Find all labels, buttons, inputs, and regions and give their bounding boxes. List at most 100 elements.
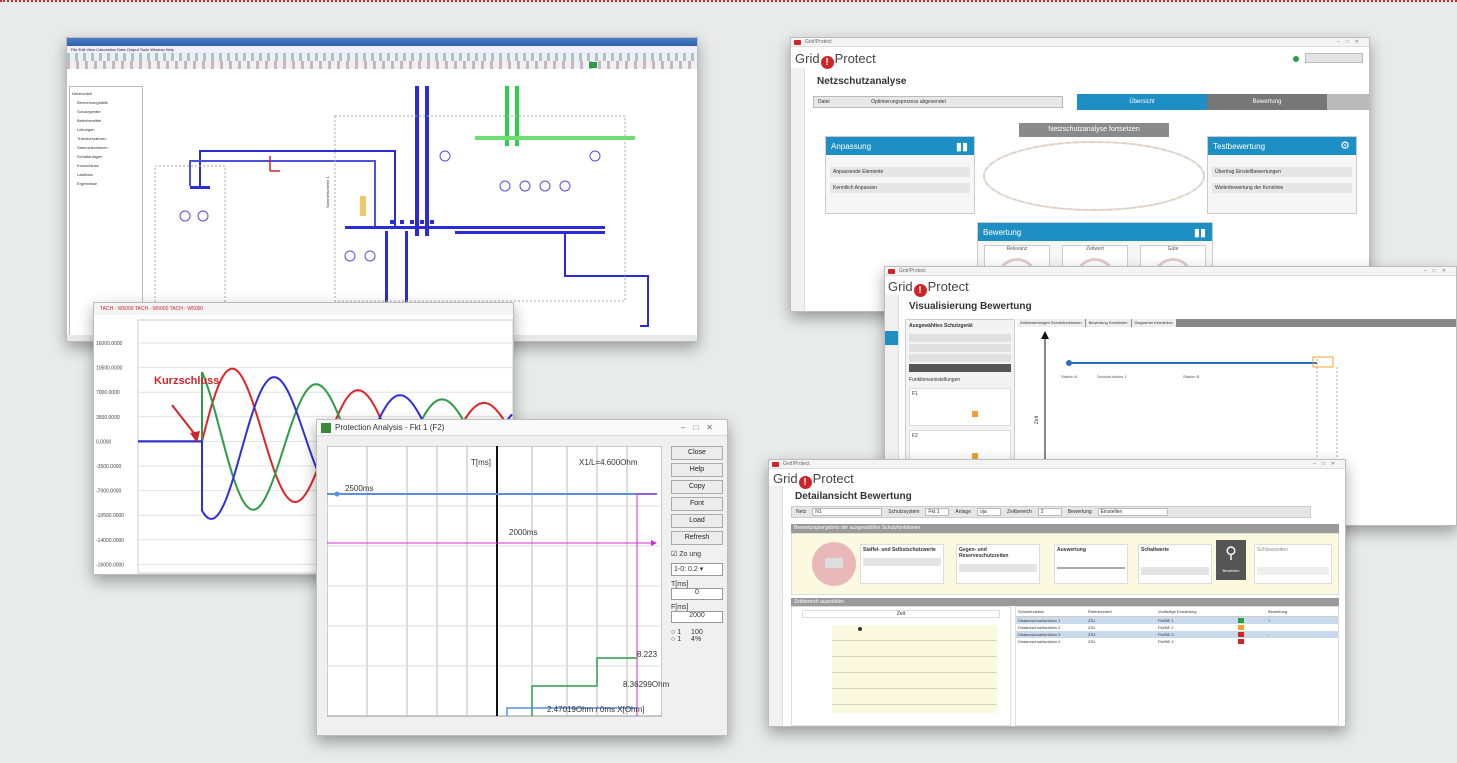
toolbar[interactable]	[67, 53, 697, 61]
col-header: Referenzwert	[1088, 609, 1112, 614]
window-controls[interactable]: –□✕	[681, 420, 721, 436]
tab-bewertung-kennlinien[interactable]: Bewertung Kennlinien	[1085, 319, 1131, 327]
gauge-label: Zeitwert	[1086, 246, 1104, 252]
tree-item[interactable]: Transformatoren	[72, 134, 140, 143]
device-field[interactable]	[909, 354, 1011, 362]
toolbar[interactable]	[67, 61, 697, 69]
tab-zeitbewertungen[interactable]: Zeitbewertungen Schutzfunktionen	[1017, 319, 1085, 327]
device-toolbar[interactable]	[909, 364, 1011, 372]
tree-item[interactable]: Netzmodell	[72, 89, 140, 98]
menu-bar[interactable]: File Edit View Calculation Data Output T…	[67, 46, 697, 53]
continue-button[interactable]: Netzschutzanalyse fortsetzen	[1019, 123, 1169, 137]
device-field[interactable]	[909, 344, 1011, 352]
toolbar-green-button[interactable]	[589, 62, 597, 68]
close-button[interactable]: Close	[671, 446, 723, 460]
status-badge	[1238, 632, 1244, 637]
titlebar[interactable]: Protection Analysis - Fkt 1 (F2) –□✕	[317, 420, 727, 436]
card-value	[863, 558, 941, 566]
field1-input[interactable]: 0	[671, 588, 723, 600]
field2-input[interactable]: 2000	[671, 611, 723, 623]
tree-item[interactable]: Berechnungsfälle	[72, 98, 140, 107]
titlebar[interactable]: Grid!Protect –□✕	[791, 38, 1369, 47]
anpassung-header: Anpassung ▮▮	[826, 137, 974, 155]
zo-checkbox[interactable]: ☑ Zo ung	[671, 550, 723, 558]
tree-item[interactable]: Leitungen	[72, 125, 140, 134]
window-controls[interactable]: –□✕	[1313, 460, 1341, 469]
window-controls[interactable]: –□✕	[1337, 38, 1365, 47]
anpassung-row-1[interactable]: Anpassende Elemente	[830, 167, 970, 177]
col-header: Bewertung	[1268, 609, 1288, 614]
active-nav-item[interactable]	[885, 331, 898, 345]
filter-value[interactable]: Fkt 1	[925, 508, 950, 516]
font-button[interactable]: Font	[671, 497, 723, 511]
filter-label: Zeitbereich	[1006, 509, 1032, 515]
protection-chart	[327, 446, 662, 717]
device-field[interactable]	[909, 334, 1011, 342]
card-value	[1141, 567, 1209, 575]
filter-value[interactable]: Einstellen	[1097, 508, 1168, 516]
node-label-a: Station A	[1061, 374, 1078, 379]
cell: ZS2	[1088, 625, 1096, 630]
value-label-1: 8.223	[637, 650, 658, 659]
field1-label: T[ms]	[671, 581, 689, 588]
refresh-button[interactable]: Refresh	[671, 531, 723, 545]
y-tick-label: -14000.0000	[96, 538, 124, 544]
cell: ZS1	[1088, 618, 1096, 623]
testbewertung-row-2[interactable]: Weiterbewertung der Kennlinie	[1212, 183, 1352, 193]
single-line-diagram	[145, 86, 693, 336]
cell: Distanzschutzfunktion 2	[1018, 625, 1061, 630]
result-card-1: Staffel- und Selbstschutzwerte	[860, 544, 944, 584]
tree-item[interactable]: Lastfluss	[72, 170, 140, 179]
tree-item[interactable]: Ergebnisse	[72, 179, 140, 188]
y-tick-label: 3500.0000	[96, 415, 120, 421]
testbewertung-header: Testbewertung ⚙	[1208, 137, 1356, 155]
titlebar[interactable]	[67, 38, 697, 46]
y-ticks: 16000.0000 10500.0000 7000.0000 3500.0000 0.…	[96, 341, 124, 568]
status-indicator	[1293, 56, 1299, 62]
table-row[interactable]: Distanzschutzfunktion 4 ZS4 Fkt/NE 4	[1016, 638, 1338, 645]
help-button[interactable]: Help	[671, 463, 723, 477]
tree-item[interactable]: Schutzgeräte	[72, 107, 140, 116]
section2-header: Zeitbereich auswählen	[791, 598, 1339, 606]
range-select[interactable]: 1-0: 0.2 ▾	[671, 563, 723, 576]
tab-diagramm-kennlinien[interactable]: Diagramm Kennlinien	[1131, 319, 1176, 327]
testbewertung-row-1[interactable]: Übertrag Einstellbewertungen	[1212, 167, 1352, 177]
filter-value[interactable]: oja	[976, 508, 1001, 516]
filter-label: Netz	[796, 509, 807, 515]
table-row[interactable]: Distanzschutzfunktion 3 ZS3 Fkt/NE 3 -	[1016, 631, 1338, 638]
checkbox-icon: ☑	[671, 551, 678, 558]
titlebar[interactable]: Grid!Protect –□✕	[885, 267, 1456, 276]
radio-row-1[interactable]: ○ 1 100	[671, 629, 723, 636]
window-controls[interactable]: –□✕	[1424, 267, 1452, 276]
nav-button-bewertung[interactable]: Bewertung	[1207, 94, 1327, 110]
cell: ZS4	[1088, 639, 1096, 644]
copy-button[interactable]: Copy	[671, 480, 723, 494]
tree-item[interactable]: Betriebsmittel	[72, 116, 140, 125]
top-right-button[interactable]	[1305, 53, 1363, 63]
tree-item[interactable]: Sammelschienen	[72, 143, 140, 152]
chart-title-bar: Zeit	[802, 610, 1000, 618]
titlebar[interactable]: Grid!Protect –□✕	[769, 460, 1345, 469]
tree-item[interactable]: Schaltanlagen	[72, 152, 140, 161]
project-tree: Netzmodell Berechnungsfälle Schutzgeräte…	[69, 86, 143, 336]
card-title: Auswertung	[1057, 547, 1086, 553]
group-label: Funktionseinstellungen	[909, 377, 961, 383]
table-row[interactable]: Distanzschutzfunktion 1 ZS1 Fkt/NE 1 +	[1016, 617, 1338, 624]
anpassung-row-2[interactable]: Kenntlich Anpassen	[830, 183, 970, 193]
filter-value[interactable]: N1	[812, 508, 883, 516]
filter-value[interactable]: 2	[1037, 508, 1062, 516]
status-badge	[1238, 639, 1244, 644]
table-header: Schutzfunktion Referenzwert Vorläufige Ein…	[1016, 607, 1338, 617]
gauge-label: Güte	[1167, 246, 1179, 252]
select-value: 1-0: 0.2	[674, 566, 698, 573]
search-button[interactable]: ⚲ Bewerten	[1216, 540, 1246, 580]
table-row[interactable]: Distanzschutzfunktion 2 ZS2 Fkt/NE 2	[1016, 624, 1338, 631]
nav-button-uebersicht[interactable]: Übersicht	[1077, 94, 1207, 110]
radio-row-2[interactable]: ○ 1 4%	[671, 636, 723, 643]
file-select[interactable]: Datei Optimierungsprozess abgesendet	[813, 96, 1063, 108]
section1-header: Bewertungsergebnis der ausgewählten Schu…	[791, 524, 1339, 533]
cell: Distanzschutzfunktion 1	[1018, 618, 1061, 623]
tree-item[interactable]: Kurzschluss	[72, 161, 140, 170]
select-value: Optimierungsprozess abgesendet	[871, 99, 946, 105]
load-button[interactable]: Load	[671, 514, 723, 528]
